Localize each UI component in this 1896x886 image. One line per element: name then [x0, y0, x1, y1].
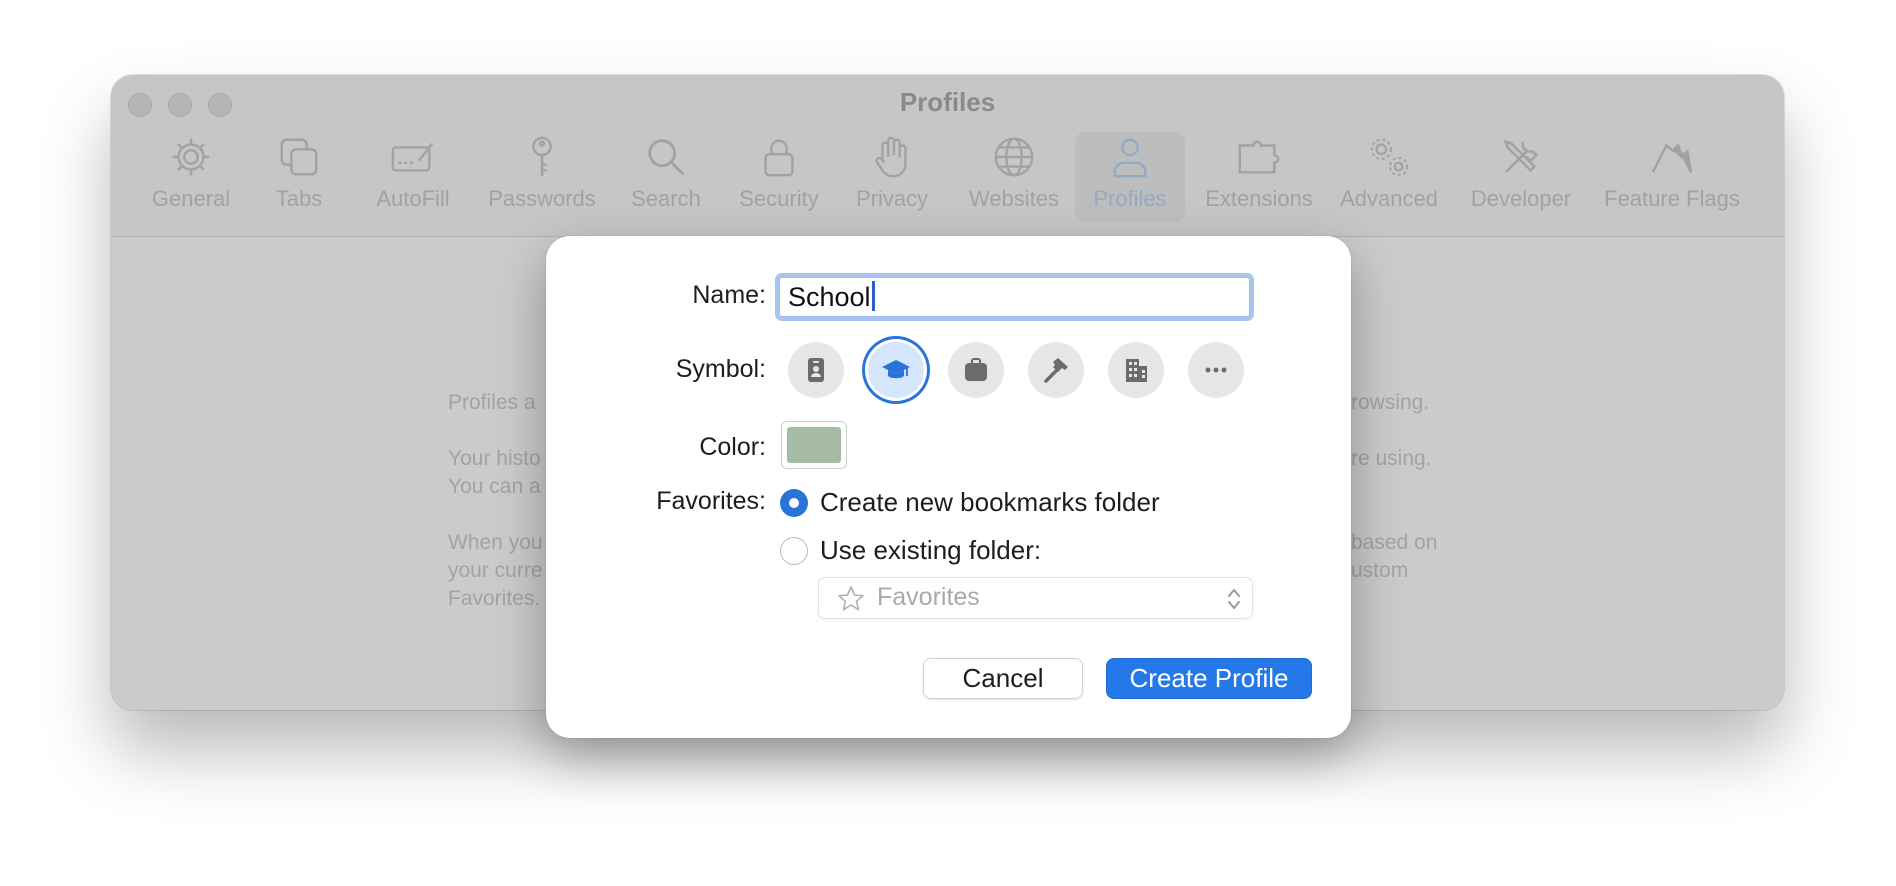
tab-autofill[interactable]: AutoFill: [361, 132, 465, 222]
background-text: your curre: [448, 559, 543, 582]
settings-toolbar: General Tabs AutoFill Passwords Search S…: [111, 132, 1784, 228]
new-profile-dialog: Name: School Symbol: Color: Favorites: C…: [546, 236, 1351, 738]
tab-label: Extensions: [1205, 186, 1313, 211]
color-swatch: [787, 427, 841, 463]
title-bar: Profiles General Tabs AutoFill Passwords…: [111, 75, 1784, 237]
text-cursor: [871, 281, 875, 311]
building-icon: [1126, 359, 1147, 382]
autofill-icon: [361, 134, 465, 184]
window-title: Profiles: [899, 87, 996, 117]
background-text: rowsing.: [1351, 391, 1430, 414]
tab-search[interactable]: Search: [621, 132, 711, 222]
tab-label: Profiles: [1093, 186, 1167, 211]
chevron-up-down-icon: [1228, 589, 1240, 609]
cancel-button[interactable]: Cancel: [923, 658, 1083, 699]
background-text: When you: [448, 531, 543, 554]
person-icon: [1075, 134, 1185, 184]
tab-security[interactable]: Security: [729, 132, 829, 222]
flags-icon: [1597, 134, 1747, 184]
create-profile-button[interactable]: Create Profile: [1106, 658, 1312, 699]
symbol-option-hammer[interactable]: [1028, 342, 1084, 398]
radio-create-new-folder[interactable]: [780, 489, 808, 517]
radio-use-existing-folder[interactable]: [780, 537, 808, 565]
background-text: Favorites.: [448, 587, 541, 610]
tab-extensions[interactable]: Extensions: [1197, 132, 1321, 222]
tab-privacy[interactable]: Privacy: [849, 132, 935, 222]
tab-label: Tabs: [275, 186, 323, 211]
option-use-existing-folder-label[interactable]: Use existing folder:: [820, 535, 1041, 566]
symbol-label: Symbol:: [675, 355, 766, 383]
symbol-option-briefcase[interactable]: [948, 342, 1004, 398]
graduation-cap-icon: [882, 360, 910, 379]
key-icon: [483, 134, 601, 184]
background-text: ustom: [1351, 559, 1409, 582]
name-label: Name:: [692, 281, 766, 309]
tools-icon: [1465, 134, 1577, 184]
gears-icon: [1333, 134, 1445, 184]
tab-passwords[interactable]: Passwords: [483, 132, 601, 222]
tab-label: Advanced: [1340, 186, 1438, 211]
tab-feature-flags[interactable]: Feature Flags: [1597, 132, 1747, 222]
hammer-icon: [1044, 358, 1068, 383]
background-text: You can a: [448, 475, 541, 498]
tab-label: Feature Flags: [1604, 186, 1740, 211]
existing-folder-select[interactable]: Favorites: [818, 577, 1253, 619]
tab-label: Search: [631, 186, 701, 211]
star-icon: [838, 586, 864, 611]
id-badge-icon: [808, 358, 824, 382]
tab-tabs[interactable]: Tabs: [259, 132, 339, 222]
tab-developer[interactable]: Developer: [1465, 132, 1577, 222]
background-text: Profiles a: [448, 391, 536, 414]
symbol-option-building[interactable]: [1108, 342, 1164, 398]
symbol-option-more[interactable]: [1188, 342, 1244, 398]
tabs-icon: [259, 134, 339, 184]
gear-icon: [141, 134, 241, 184]
tab-label: AutoFill: [376, 186, 450, 211]
existing-folder-value: Favorites: [877, 583, 980, 611]
hand-icon: [849, 134, 935, 184]
tab-label: General: [151, 186, 231, 211]
tab-label: Privacy: [855, 186, 929, 211]
symbol-option-graduation-cap[interactable]: [868, 342, 924, 398]
name-input-value: School: [788, 282, 871, 312]
tab-websites[interactable]: Websites: [959, 132, 1069, 222]
globe-icon: [959, 134, 1069, 184]
more-icon: [1205, 367, 1227, 373]
background-text: Your histo: [448, 447, 541, 470]
tab-label: Passwords: [488, 186, 596, 211]
tab-label: Developer: [1470, 186, 1572, 211]
tab-label: Security: [739, 186, 819, 211]
background-text: based on: [1351, 531, 1438, 554]
name-input[interactable]: School: [779, 277, 1250, 317]
search-icon: [621, 134, 711, 184]
favorites-label: Favorites:: [656, 487, 766, 515]
color-well[interactable]: [781, 421, 847, 469]
tab-label: Websites: [968, 186, 1060, 211]
color-label: Color:: [699, 433, 766, 461]
lock-icon: [729, 134, 829, 184]
tab-general[interactable]: General: [141, 132, 241, 222]
option-create-new-folder-label[interactable]: Create new bookmarks folder: [820, 487, 1160, 518]
tab-advanced[interactable]: Advanced: [1333, 132, 1445, 222]
tab-profiles[interactable]: Profiles: [1075, 132, 1185, 222]
briefcase-icon: [965, 358, 987, 381]
background-text: re using.: [1351, 447, 1432, 470]
puzzle-icon: [1197, 134, 1321, 184]
symbol-option-id-badge[interactable]: [788, 342, 844, 398]
